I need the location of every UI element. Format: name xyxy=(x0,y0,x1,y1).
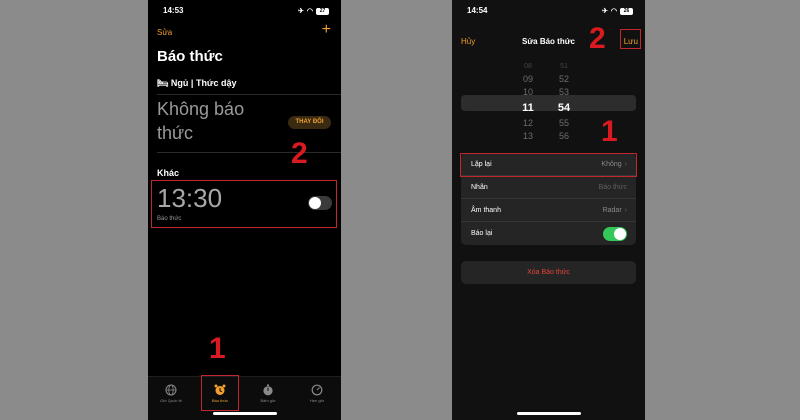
hour-option: 10 xyxy=(522,87,533,97)
sound-value: Radar xyxy=(602,207,622,214)
change-button[interactable]: THAY ĐỔI xyxy=(288,116,331,129)
callout-number-2: 2 xyxy=(291,137,308,170)
globe-icon xyxy=(165,384,177,396)
hour-wheel[interactable]: 08 09 10 11 12 13 xyxy=(516,60,540,143)
delete-alarm-button[interactable]: Xóa Báo thức xyxy=(461,261,636,284)
highlight-box-save xyxy=(620,29,641,49)
minute-option: 53 xyxy=(558,87,569,97)
status-time: 14:54 xyxy=(467,6,488,15)
add-alarm-button[interactable]: + xyxy=(322,22,331,38)
hour-option: 08 xyxy=(524,63,532,70)
minute-option: 56 xyxy=(558,131,569,141)
tab-timer[interactable]: Hẹn giờ xyxy=(300,381,334,403)
wifi-icon: ◠ xyxy=(306,8,313,15)
toggle-knob xyxy=(614,228,626,240)
tab-stopwatch[interactable]: Bấm giờ xyxy=(251,381,285,403)
sleep-wake-header: 🛏 Ngủ | Thức dậy xyxy=(157,78,237,88)
highlight-box-alarm-tab xyxy=(201,375,239,411)
tab-world-clock[interactable]: Giờ Quốc tế xyxy=(154,381,188,403)
tab-label: Bấm giờ xyxy=(260,398,276,403)
status-time: 14:53 xyxy=(163,6,184,15)
minute-option: 52 xyxy=(558,74,569,84)
no-alarm-text: Không báo thức xyxy=(157,99,245,143)
callout-number-2: 2 xyxy=(589,22,606,55)
timer-icon xyxy=(311,384,323,396)
status-bar: 14:53 ✈ ◠ 27 xyxy=(148,6,341,18)
battery-icon: 27 xyxy=(316,7,329,15)
other-section-header: Khác xyxy=(157,168,180,178)
minute-wheel[interactable]: 51 52 53 54 55 56 xyxy=(552,60,576,143)
callout-number-1: 1 xyxy=(601,115,618,148)
page-title: Sửa Báo thức xyxy=(522,37,575,46)
hour-selected: 11 xyxy=(522,102,534,114)
minute-option: 55 xyxy=(558,118,569,128)
divider xyxy=(157,94,341,95)
page-title: Báo thức xyxy=(157,48,223,65)
tab-bar: Giờ Quốc tế Báo thức Bấm giờ Hẹn giờ xyxy=(148,375,341,420)
highlight-box-repeat xyxy=(460,153,637,177)
home-indicator xyxy=(212,412,277,415)
label-field[interactable]: Báo thức xyxy=(599,184,627,191)
tab-label: Giờ Quốc tế xyxy=(160,398,182,403)
airplane-icon: ✈ xyxy=(298,8,304,15)
hour-option: 12 xyxy=(522,118,533,128)
airplane-icon: ✈ xyxy=(602,8,608,15)
hour-option: 13 xyxy=(522,131,533,141)
edit-button[interactable]: Sửa xyxy=(157,28,172,37)
divider xyxy=(157,152,341,153)
alarm-list-screen: 14:53 ✈ ◠ 27 Sửa + Báo thức 🛏 Ngủ | Thức… xyxy=(148,0,341,420)
hour-option: 09 xyxy=(522,74,533,84)
snooze-toggle[interactable] xyxy=(603,227,627,241)
home-indicator xyxy=(516,412,581,415)
stopwatch-icon xyxy=(263,384,273,396)
picker-selection-highlight xyxy=(461,95,636,111)
label-label: Nhãn xyxy=(471,184,488,191)
minute-selected: 54 xyxy=(557,102,571,114)
status-bar: 14:54 ✈ ◠ 26 xyxy=(452,6,645,18)
label-row[interactable]: Nhãn Báo thức xyxy=(461,176,636,199)
callout-number-1: 1 xyxy=(209,332,226,365)
sound-row[interactable]: Âm thanh Radar › xyxy=(461,199,636,222)
tab-label: Hẹn giờ xyxy=(309,398,325,403)
snooze-row: Báo lại xyxy=(461,222,636,245)
edit-alarm-screen: 14:54 ✈ ◠ 26 Hủy Sửa Báo thức Lưu 2 08 0… xyxy=(452,0,645,420)
highlight-box-alarm xyxy=(151,180,337,228)
snooze-label: Báo lại xyxy=(471,230,493,237)
wifi-icon: ◠ xyxy=(610,8,617,15)
battery-icon: 26 xyxy=(620,7,633,15)
sound-label: Âm thanh xyxy=(471,207,501,214)
chevron-right-icon: › xyxy=(624,207,627,214)
minute-option: 51 xyxy=(560,63,568,70)
